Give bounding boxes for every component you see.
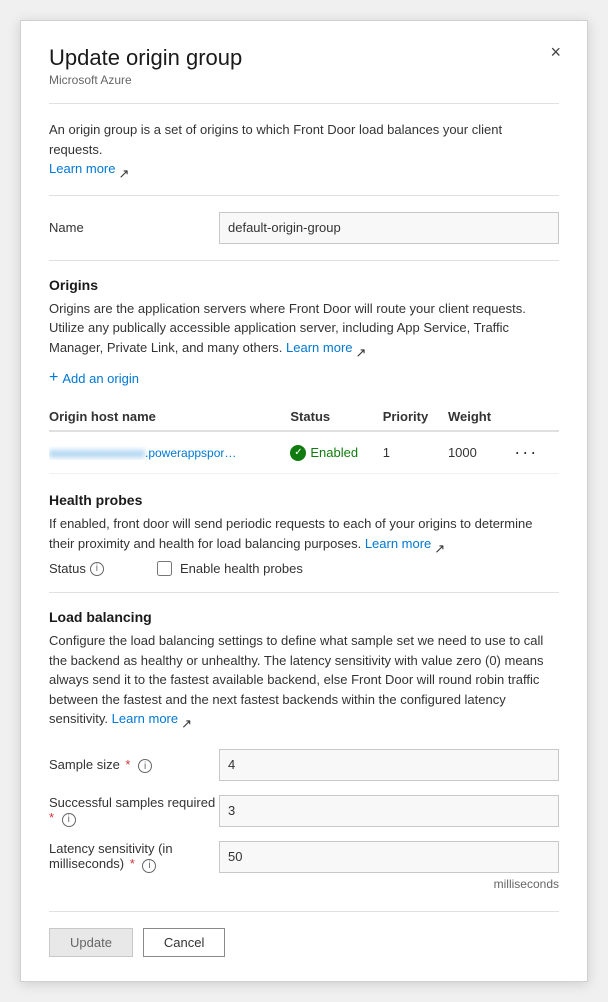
intro-divider	[49, 195, 559, 196]
blurred-host-prefix: xxxxxxxxxxxxxxxx	[49, 446, 145, 460]
origins-description: Origins are the application servers wher…	[49, 299, 559, 358]
close-button[interactable]: ×	[544, 41, 567, 63]
col-priority: Priority	[383, 403, 448, 431]
origin-more-button[interactable]: ···	[510, 440, 542, 465]
intro-description: An origin group is a set of origins to w…	[49, 120, 559, 179]
load-balancing-learn-more-link[interactable]: Learn more	[112, 711, 178, 726]
health-probes-external-icon: ↗	[434, 539, 445, 550]
status-enabled: Enabled	[290, 445, 374, 461]
sample-size-info-icon: i	[138, 759, 152, 773]
latency-input[interactable]	[219, 841, 559, 873]
load-balancing-external-icon: ↗	[181, 714, 192, 725]
origin-status-cell: Enabled	[290, 431, 382, 474]
origin-more-cell: ···	[510, 431, 559, 474]
origin-host-suffix: .powerappsportals.com	[145, 446, 239, 460]
origin-host-link[interactable]: xxxxxxxxxxxxxxxx.powerappsportals.com	[49, 446, 239, 460]
update-origin-group-panel: Update origin group Microsoft Azure × An…	[20, 20, 588, 982]
latency-info-icon: i	[142, 859, 156, 873]
panel-header: Update origin group Microsoft Azure	[49, 45, 559, 87]
latency-required: *	[126, 856, 135, 871]
health-probes-status-label: Status i	[49, 561, 149, 576]
successful-samples-required: *	[49, 810, 54, 825]
name-label: Name	[49, 220, 219, 235]
origins-title: Origins	[49, 277, 559, 293]
status-text: Enabled	[310, 445, 358, 460]
load-balancing-description: Configure the load balancing settings to…	[49, 631, 559, 729]
sample-size-input[interactable]	[219, 749, 559, 781]
sample-size-required: *	[122, 757, 131, 772]
header-divider	[49, 103, 559, 104]
update-button[interactable]: Update	[49, 928, 133, 957]
table-row: xxxxxxxxxxxxxxxx.powerappsportals.com En…	[49, 431, 559, 474]
col-host: Origin host name	[49, 403, 290, 431]
col-weight: Weight	[448, 403, 510, 431]
enable-health-probes-checkbox[interactable]	[157, 561, 172, 576]
plus-icon: +	[49, 369, 58, 387]
enable-health-probes-label[interactable]: Enable health probes	[157, 561, 303, 576]
intro-external-icon: ↗	[118, 164, 129, 175]
name-input[interactable]	[219, 212, 559, 244]
origins-table: Origin host name Status Priority Weight …	[49, 403, 559, 474]
sample-size-label: Sample size * i	[49, 757, 219, 774]
footer-divider	[49, 911, 559, 912]
health-probes-status-row: Status i Enable health probes	[49, 561, 559, 576]
successful-samples-row: Successful samples required * i	[49, 795, 559, 827]
origin-priority-cell: 1	[383, 431, 448, 474]
successful-samples-label: Successful samples required * i	[49, 795, 219, 827]
status-info-icon: i	[90, 562, 104, 576]
col-actions	[510, 403, 559, 431]
health-probes-title: Health probes	[49, 492, 559, 508]
panel-subtitle: Microsoft Azure	[49, 73, 559, 87]
health-probes-description: If enabled, front door will send periodi…	[49, 514, 559, 553]
health-probes-divider	[49, 592, 559, 593]
successful-samples-input[interactable]	[219, 795, 559, 827]
origins-external-icon: ↗	[356, 343, 367, 354]
name-divider	[49, 260, 559, 261]
latency-label: Latency sensitivity (in milliseconds) * …	[49, 841, 219, 873]
enabled-check-icon	[290, 445, 306, 461]
enable-health-probes-text: Enable health probes	[180, 561, 303, 576]
add-origin-button[interactable]: + Add an origin	[49, 363, 139, 393]
load-balancing-title: Load balancing	[49, 609, 559, 625]
cancel-button[interactable]: Cancel	[143, 928, 225, 957]
origin-host-cell: xxxxxxxxxxxxxxxx.powerappsportals.com	[49, 431, 290, 474]
add-origin-label: Add an origin	[62, 371, 139, 386]
intro-learn-more-link[interactable]: Learn more	[49, 161, 115, 176]
latency-row: Latency sensitivity (in milliseconds) * …	[49, 841, 559, 873]
origins-learn-more-link[interactable]: Learn more	[286, 340, 352, 355]
successful-samples-info-icon: i	[62, 813, 76, 827]
origin-weight-cell: 1000	[448, 431, 510, 474]
health-probes-learn-more-link[interactable]: Learn more	[365, 536, 431, 551]
sample-size-row: Sample size * i	[49, 749, 559, 781]
footer-buttons: Update Cancel	[49, 928, 559, 957]
name-row: Name	[49, 212, 559, 244]
col-status: Status	[290, 403, 382, 431]
milliseconds-label: milliseconds	[49, 877, 559, 891]
panel-title: Update origin group	[49, 45, 559, 71]
origins-table-header: Origin host name Status Priority Weight	[49, 403, 559, 431]
